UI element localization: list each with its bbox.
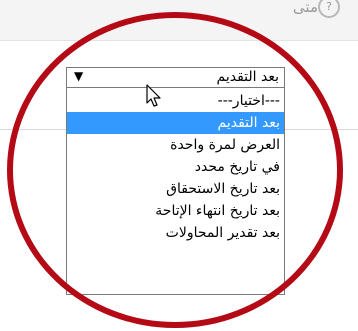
option-choose[interactable]: ---اختيار---: [67, 90, 284, 112]
option-after-availability-end[interactable]: بعد تاريخ انتهاء الإتاحة: [67, 200, 284, 222]
release-timing-select[interactable]: ▼ بعد التقديم: [66, 67, 285, 88]
help-icon[interactable]: ?: [318, 0, 340, 18]
mouse-pointer-icon: [146, 84, 161, 107]
option-on-specific-date[interactable]: في تاريخ محدد: [67, 156, 284, 178]
option-show-once[interactable]: العرض لمرة واحدة: [67, 134, 284, 156]
dropdown-arrow-icon[interactable]: ▼: [74, 69, 83, 83]
when-label: متى: [292, 0, 318, 16]
select-current-value: بعد التقديم: [216, 69, 279, 85]
option-after-due-date[interactable]: بعد تاريخ الاستحقاق: [67, 178, 284, 200]
option-after-attempts-graded[interactable]: بعد تقدير المحاولات: [67, 222, 284, 244]
top-bar: متى ?: [0, 0, 358, 41]
option-after-submission[interactable]: بعد التقديم: [67, 112, 284, 134]
dropdown-options-list: ---اختيار--- بعد التقديم العرض لمرة واحد…: [66, 88, 285, 295]
